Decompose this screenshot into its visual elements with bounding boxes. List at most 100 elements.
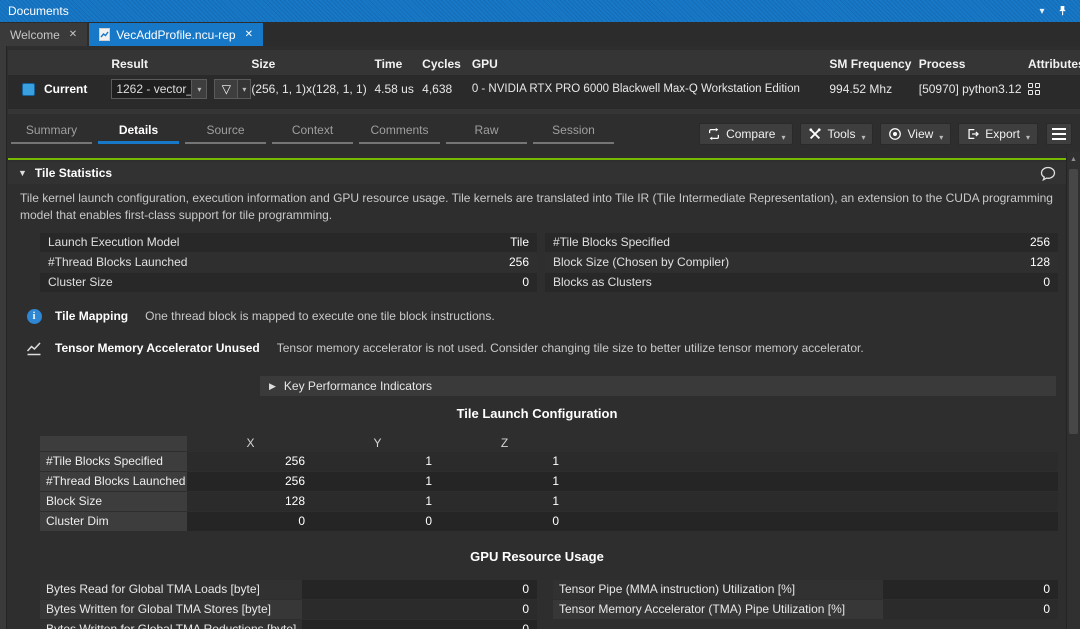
compare-button[interactable]: Compare ▾ [699, 123, 793, 145]
comment-bubble-icon[interactable] [1040, 166, 1056, 181]
scroll-up-arrow-icon[interactable]: ▲ [1067, 152, 1080, 166]
table-row: #Tile Blocks Specified 256 1 1 [40, 452, 1058, 471]
size-value: (256, 1, 1)x(128, 1, 1) [251, 74, 374, 104]
section-description: Tile kernel launch configuration, execut… [8, 184, 1066, 224]
result-header: Result [111, 55, 251, 74]
sm-frequency-header: SM Frequency [829, 55, 918, 74]
chevron-down-icon: ▾ [939, 133, 943, 142]
time-value: 4.58 us [374, 74, 422, 104]
baseline-cycles-column: Cycles 4,638 [422, 55, 472, 114]
baseline-header: Current Result 1262 - vector_ ▾ ▽ ▾ Size… [8, 50, 1080, 114]
vertical-scrollbar[interactable]: ▲ [1066, 152, 1080, 629]
left-gutter [0, 46, 7, 629]
info-icon: i [27, 309, 42, 324]
export-icon [966, 127, 980, 141]
time-header: Time [374, 55, 422, 74]
tile-statistics-table: Launch Execution Model Tile #Thread Bloc… [40, 233, 1066, 293]
process-value: [50970] python3.12 [919, 74, 1028, 104]
baseline-gpu-column: GPU 0 - NVIDIA RTX PRO 6000 Blackwell Ma… [472, 55, 830, 114]
page-tab-row: Summary Details Source Context Comments … [8, 119, 1072, 149]
window-title-bar: Documents ▾ [0, 0, 1080, 22]
table-row: #Thread Blocks Launched 256 1 1 [40, 472, 1058, 491]
tools-icon [808, 127, 822, 141]
table-row: Bytes Written for Global TMA Reductions … [40, 620, 537, 629]
chevron-down-icon[interactable]: ▾ [191, 80, 206, 98]
tab-raw[interactable]: Raw [443, 121, 530, 147]
gpu-resource-usage-title: GPU Resource Usage [8, 549, 1066, 564]
expander-open-icon[interactable]: ▼ [18, 168, 27, 178]
tab-report-label: VecAddProfile.ncu-rep [116, 28, 235, 42]
cycles-value: 4,638 [422, 74, 472, 104]
process-header: Process [919, 55, 1028, 74]
tab-session[interactable]: Session [530, 121, 617, 147]
tile-launch-configuration-title: Tile Launch Configuration [8, 406, 1066, 421]
funnel-icon: ▽ [222, 82, 231, 96]
chevron-down-icon: ▾ [861, 133, 865, 142]
hamburger-menu-button[interactable] [1046, 123, 1072, 145]
table-row: Launch Execution Model Tile [40, 233, 537, 252]
table-row: Cluster Size 0 [40, 273, 537, 292]
close-icon[interactable]: ✕ [245, 29, 253, 40]
table-row: Bytes Read for Global TMA Loads [byte] 0 [40, 580, 537, 599]
table-row: #Tile Blocks Specified 256 [545, 233, 1058, 252]
table-row: #Thread Blocks Launched 256 [40, 253, 537, 272]
tools-button[interactable]: Tools ▾ [800, 123, 873, 145]
attributes-header: Attributes [1028, 55, 1080, 74]
tab-context[interactable]: Context [269, 121, 356, 147]
view-button[interactable]: View ▾ [880, 123, 951, 145]
baseline-process-column: Process [50970] python3.12 [919, 55, 1028, 114]
tab-details[interactable]: Details [95, 121, 182, 147]
report-body: ▼ Tile Statistics Tile kernel launch con… [8, 152, 1066, 629]
gpu-header: GPU [472, 55, 830, 74]
gpu-value: 0 - NVIDIA RTX PRO 6000 Blackwell Max-Q … [472, 74, 830, 104]
tile-launch-configuration-table: X Y Z #Tile Blocks Specified 256 1 1 #Th… [40, 436, 1058, 531]
close-icon[interactable]: ✕ [69, 29, 77, 40]
table-row: Block Size (Chosen by Compiler) 128 [545, 253, 1058, 272]
attributes-grid-icon[interactable] [1028, 83, 1040, 95]
page-tabs: Summary Details Source Context Comments … [8, 121, 617, 147]
result-dropdown-value: 1262 - vector_ [112, 82, 191, 96]
key-performance-indicators-expander[interactable]: ▶ Key Performance Indicators [260, 376, 1056, 396]
baseline-size-column: Size (256, 1, 1)x(128, 1, 1) [251, 55, 374, 114]
baseline-result-column: Result 1262 - vector_ ▾ ▽ ▾ [111, 55, 251, 114]
table-row: Tensor Memory Accelerator (TMA) Pipe Uti… [553, 600, 1058, 619]
table-header-row: X Y Z [40, 436, 1058, 451]
sm-frequency-value: 994.52 Mhz [829, 74, 918, 104]
document-tab-bar: Welcome ✕ VecAddProfile.ncu-rep ✕ [0, 22, 1080, 46]
filter-button[interactable]: ▽ [214, 79, 238, 99]
tab-welcome[interactable]: Welcome ✕ [0, 23, 87, 46]
baseline-current-column: Current [14, 55, 111, 114]
chevron-down-icon: ▾ [1026, 133, 1030, 142]
scrollbar-thumb[interactable] [1069, 169, 1078, 434]
tab-welcome-label: Welcome [10, 28, 60, 42]
size-header: Size [251, 55, 374, 74]
line-chart-icon [26, 340, 42, 356]
chevron-down-icon[interactable]: ▾ [1032, 0, 1052, 22]
gpu-resource-usage-tables: Bytes Read for Global TMA Loads [byte] 0… [40, 580, 1066, 629]
table-row: Blocks as Clusters 0 [545, 273, 1058, 292]
expander-closed-icon: ▶ [269, 381, 276, 392]
tab-summary[interactable]: Summary [8, 121, 95, 147]
export-button[interactable]: Export ▾ [958, 123, 1038, 145]
tma-unused-notice: Tensor Memory Accelerator Unused Tensor … [26, 339, 1066, 357]
filter-dropdown-caret[interactable]: ▾ [238, 79, 251, 99]
table-row: Block Size 128 1 1 [40, 492, 1058, 511]
compare-icon [707, 127, 721, 141]
section-title: Tile Statistics [35, 166, 112, 180]
baseline-time-column: Time 4.58 us [374, 55, 422, 114]
pin-icon[interactable] [1052, 0, 1072, 22]
tab-comments[interactable]: Comments [356, 121, 443, 147]
table-row: Cluster Dim 0 0 0 [40, 512, 1058, 531]
cycles-header: Cycles [422, 55, 472, 74]
tab-report[interactable]: VecAddProfile.ncu-rep ✕ [89, 23, 263, 46]
tile-mapping-notice: i Tile Mapping One thread block is mappe… [26, 307, 1066, 325]
table-row: Bytes Written for Global TMA Stores [byt… [40, 600, 537, 619]
report-file-icon [99, 28, 110, 41]
result-dropdown[interactable]: 1262 - vector_ ▾ [111, 79, 207, 99]
tile-statistics-section-header[interactable]: ▼ Tile Statistics [8, 162, 1066, 184]
section-accent-rule [8, 158, 1066, 160]
baseline-checkbox[interactable] [22, 83, 35, 96]
tab-source[interactable]: Source [182, 121, 269, 147]
eye-icon [888, 127, 902, 141]
window-title: Documents [8, 4, 69, 18]
